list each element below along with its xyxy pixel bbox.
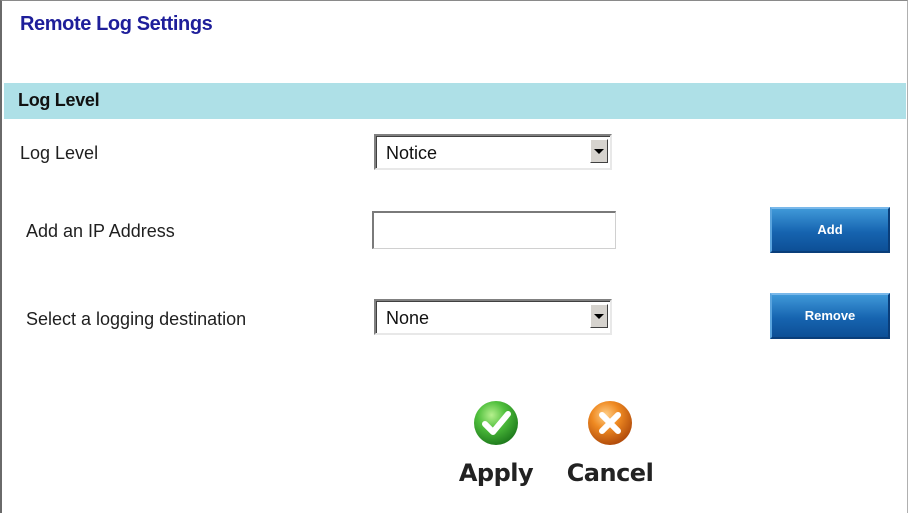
destination-label: Select a logging destination [26,309,247,329]
remove-button[interactable]: Remove [770,293,890,339]
ip-address-input[interactable] [372,211,616,249]
apply-label: Apply [458,459,534,487]
cancel-label: Cancel [566,459,654,487]
destination-selected-value: None [386,308,430,328]
ip-address-label: Add an IP Address [26,221,175,241]
settings-panel: Remote Log Settings Log Level Log Level … [0,0,908,513]
log-level-select[interactable]: Notice [374,134,612,170]
section-title: Log Level [18,90,100,110]
page-title: Remote Log Settings [20,13,213,35]
logging-destination-select[interactable]: None [374,299,612,335]
check-icon [474,401,518,445]
section-header: Log Level [4,83,906,119]
chevron-down-icon[interactable] [590,304,608,328]
chevron-down-icon[interactable] [590,139,608,163]
log-level-selected-value: Notice [386,143,438,163]
log-level-label: Log Level [20,143,99,163]
x-icon [588,401,632,445]
apply-button[interactable]: Apply [436,399,556,487]
cancel-button[interactable]: Cancel [550,399,670,487]
add-button[interactable]: Add [770,207,890,253]
